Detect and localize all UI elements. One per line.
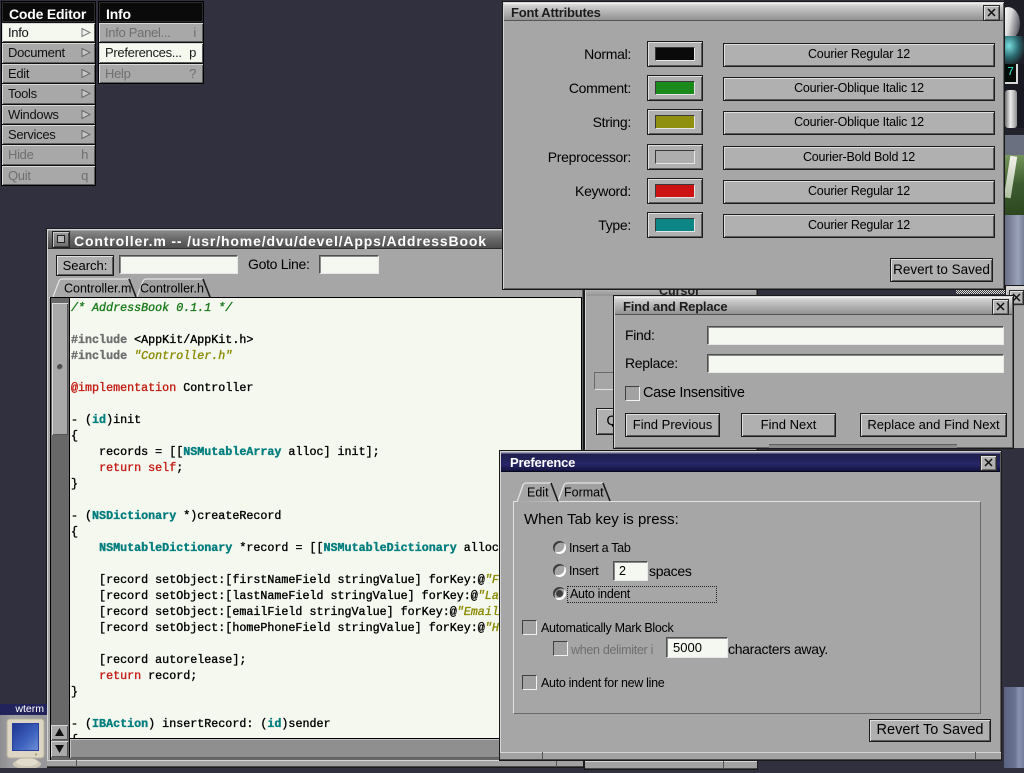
svg-text:Controller.h: Controller.h <box>140 282 204 296</box>
svg-text:Edit: Edit <box>527 486 549 500</box>
svg-text:Controller.m: Controller.m <box>64 282 131 296</box>
svg-text:Format: Format <box>564 486 604 500</box>
